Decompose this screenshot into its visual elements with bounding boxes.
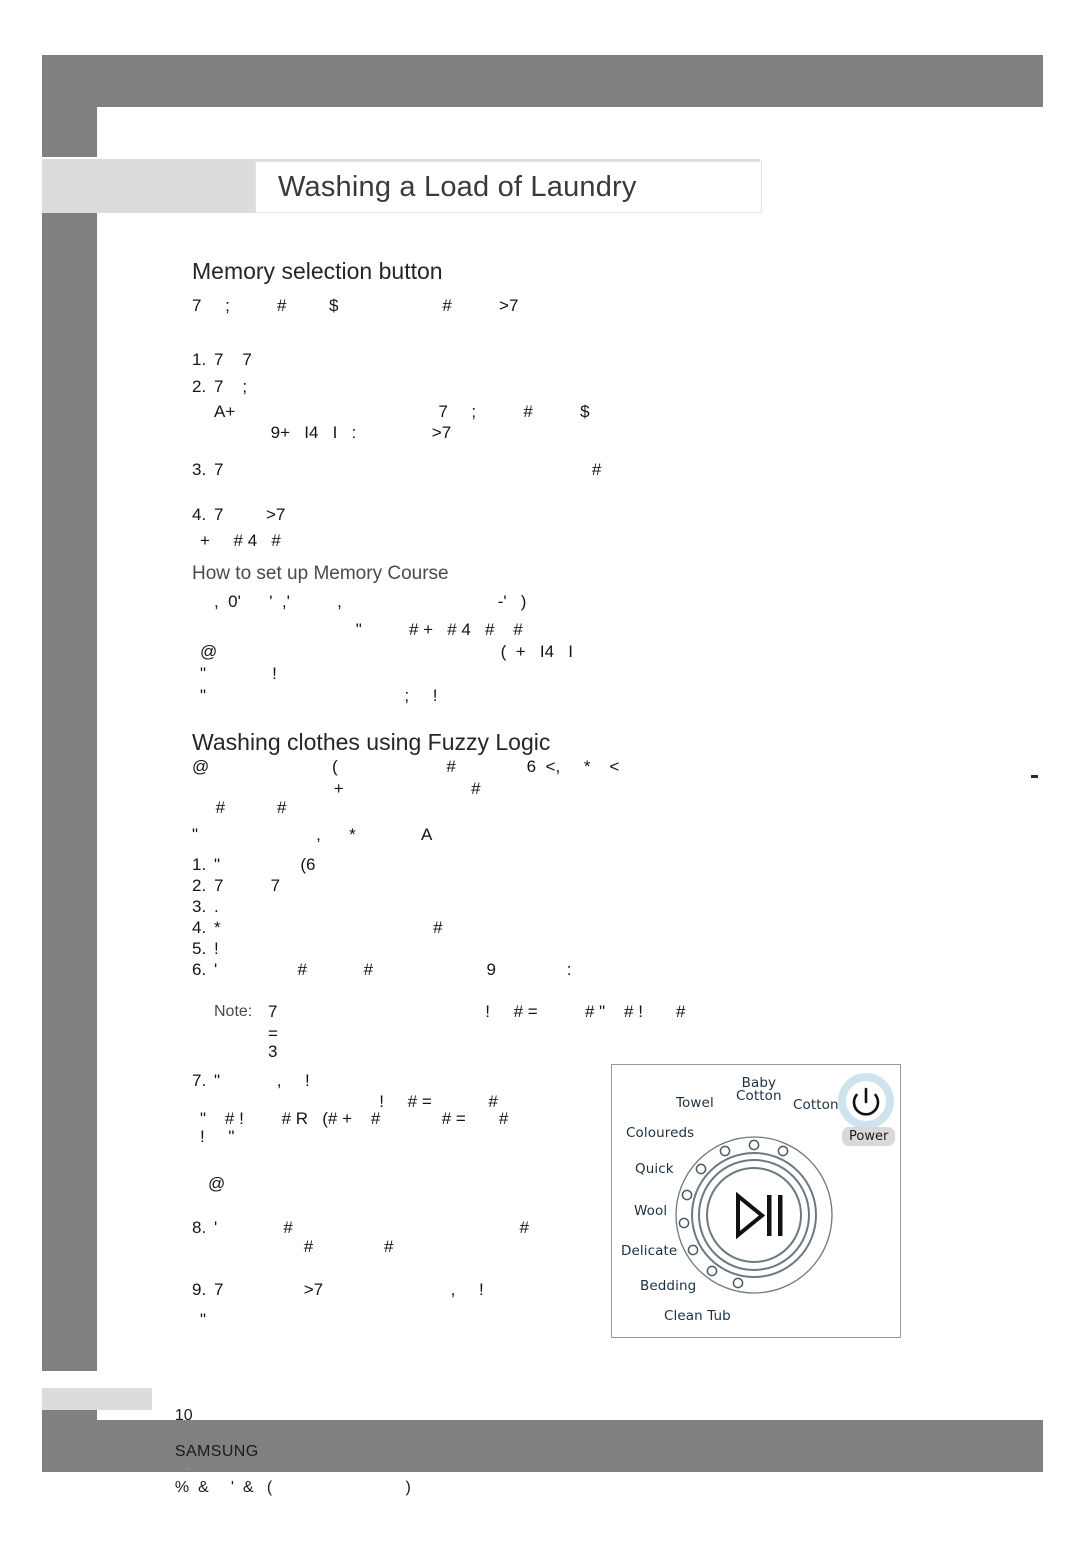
heading-fuzzy-logic: Washing clothes using Fuzzy Logic xyxy=(192,729,551,755)
list-item-continuation: " xyxy=(200,1310,207,1329)
fuzzy-logic-line: @ ( # 6 <, * < xyxy=(192,757,620,776)
note-line: 7 ! # = # " # ! # xyxy=(268,1002,686,1021)
list-item-marker: 7. xyxy=(192,1071,207,1090)
fuzzy-logic-line: + # xyxy=(192,779,481,798)
power-button-label: Power xyxy=(842,1127,896,1146)
dial-label-wool[interactable]: Wool xyxy=(634,1204,667,1218)
memory-course-line: " # + # 4 # # xyxy=(214,620,523,639)
list-item: ! xyxy=(214,939,219,958)
list-item-marker: 5. xyxy=(192,939,207,958)
list-item-marker: 4. xyxy=(192,505,207,524)
list-item-marker: 9. xyxy=(192,1280,207,1299)
list-item-marker: 1. xyxy=(192,855,207,874)
power-button xyxy=(838,1073,894,1129)
footer-trailing: % & ' & ( ) xyxy=(174,1479,411,1496)
dial-label-clean-tub[interactable]: Clean Tub xyxy=(664,1309,731,1323)
list-item-continuation: " # ! # R (# + # # = # xyxy=(200,1109,509,1128)
dial-label-delicate[interactable]: Delicate xyxy=(621,1244,677,1258)
list-item-continuation: @ xyxy=(208,1174,226,1193)
list-item-continuation: # # xyxy=(214,1237,394,1256)
page-content: Memory selection button 7 ; # $ # >7 1. … xyxy=(0,0,1080,1551)
note-line: 3 xyxy=(268,1042,278,1061)
note-line: = xyxy=(268,1024,278,1043)
footer-brand: SAMSUNG xyxy=(174,1443,259,1460)
list-item-marker: 2. xyxy=(192,377,207,396)
list-item-continuation: 9+ I4 I : >7 xyxy=(214,423,452,442)
dial-label-baby-cotton[interactable]: Baby Cotton xyxy=(736,1076,782,1103)
memory-course-line: @ ( + I4 I xyxy=(200,642,573,661)
dial-label-cotton[interactable]: Cotton xyxy=(793,1098,839,1112)
list-item-marker: 4. xyxy=(192,918,207,937)
list-item-marker: 6. xyxy=(192,960,207,979)
heading-memory-course: How to set up Memory Course xyxy=(192,563,449,584)
list-item: 7 7 xyxy=(214,876,281,895)
memory-course-line: " ! xyxy=(200,664,277,683)
list-item: . xyxy=(214,897,219,916)
dial-label-quick[interactable]: Quick xyxy=(635,1162,674,1176)
dial-label-bedding[interactable]: Bedding xyxy=(640,1279,696,1293)
dial-label-towel[interactable]: Towel xyxy=(676,1096,714,1110)
page-footer: 10 SAMSUNG % & ' & ( ) xyxy=(166,1389,411,1497)
list-item: " , ! xyxy=(214,1071,310,1090)
fuzzy-logic-line: # # xyxy=(192,798,287,817)
control-panel-figure: Baby Cotton Towel Cotton Coloureds Quick… xyxy=(611,1064,901,1338)
play-pause-icon xyxy=(736,1191,783,1240)
list-item: * # xyxy=(214,918,443,937)
heading-memory-selection: Memory selection button xyxy=(192,258,443,284)
list-item-marker: 8. xyxy=(192,1218,207,1237)
list-item: 7 >7 , ! xyxy=(214,1280,484,1299)
dial-graphic xyxy=(675,1073,894,1294)
dial-label-coloureds[interactable]: Coloureds xyxy=(626,1126,694,1140)
note-label: Note: xyxy=(214,1003,253,1020)
list-item: 7 # xyxy=(214,460,602,479)
list-item: " (6 xyxy=(214,855,316,874)
list-item: 7 >7 xyxy=(214,505,286,524)
list-item-continuation: A+ 7 ; # $ xyxy=(214,402,590,421)
list-item-marker: 1. xyxy=(192,350,207,369)
list-item: ' # # 9 : xyxy=(214,960,572,979)
list-item-marker: 2. xyxy=(192,876,207,895)
list-item: 7 7 xyxy=(214,350,252,369)
control-panel-dial: Baby Cotton Towel Cotton Coloureds Quick… xyxy=(612,1065,900,1337)
list-item-marker: 3. xyxy=(192,897,207,916)
list-item-continuation: ! " xyxy=(200,1127,235,1146)
list-item-marker: 3. xyxy=(192,460,207,479)
list-item: ' # # xyxy=(214,1218,529,1237)
memory-course-line: , 0' ' ,' , -' ) xyxy=(214,592,527,611)
list-item: 7 ; xyxy=(214,377,248,396)
memory-selection-intro: 7 ; # $ # >7 xyxy=(192,296,519,315)
footer-page-number: 10 xyxy=(174,1407,193,1424)
fuzzy-logic-line: " , * A xyxy=(192,825,433,844)
list-item-continuation: + # 4 # xyxy=(200,531,281,550)
memory-course-line: " ; ! xyxy=(200,686,438,705)
